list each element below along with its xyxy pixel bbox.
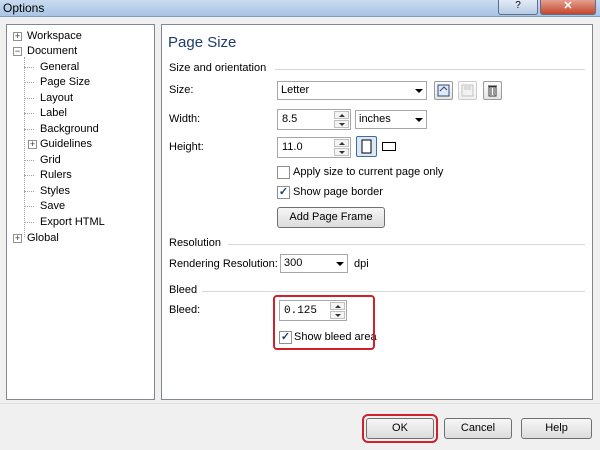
window-title: Options [3, 1, 45, 15]
show-page-border-checkbox[interactable]: ✓ [277, 186, 290, 199]
dialog-footer: OK Cancel Help [0, 403, 600, 450]
tree-item-label-settings[interactable]: Label [40, 106, 67, 121]
spin-up-icon[interactable] [334, 111, 349, 119]
close-icon[interactable]: ✕ [540, 0, 596, 15]
height-spin-buttons[interactable] [334, 139, 349, 156]
portrait-orientation-icon[interactable] [356, 136, 377, 157]
width-stepper[interactable]: 8.5 [277, 109, 351, 130]
save-icon[interactable] [458, 81, 477, 100]
section-size-orientation: Size and orientation [169, 62, 267, 74]
bleed-label: Bleed: [169, 304, 201, 316]
tree-item-export-html[interactable]: Export HTML [40, 215, 105, 230]
tree-item-rulers[interactable]: Rulers [40, 168, 72, 183]
width-label: Width: [169, 113, 201, 125]
size-label: Size: [169, 84, 194, 96]
width-value: 8.5 [282, 113, 298, 125]
options-tree: + Workspace − Document General Page Size… [6, 24, 155, 400]
tree-item-page-size[interactable]: Page Size [40, 75, 90, 90]
dpi-unit-label: dpi [354, 258, 369, 270]
rendering-resolution-dropdown[interactable]: 300 [280, 254, 348, 273]
spin-down-icon[interactable] [334, 120, 349, 128]
apply-current-page-checkbox[interactable] [277, 166, 290, 179]
section-bleed: Bleed [169, 284, 198, 296]
chevron-down-icon [336, 262, 344, 266]
help-button[interactable]: Help [521, 418, 592, 439]
ok-highlight-box [362, 414, 438, 443]
spin-up-icon[interactable] [334, 139, 349, 147]
expand-icon[interactable]: + [13, 32, 22, 41]
tree-item-background[interactable]: Background [40, 122, 99, 137]
tree-item-layout[interactable]: Layout [40, 91, 73, 106]
settings-panel: Page Size Size and orientation Size: Let… [161, 24, 593, 400]
section-divider [228, 244, 585, 245]
section-divider [275, 69, 585, 70]
show-page-border-label: Show page border [293, 186, 383, 198]
apply-current-page-label: Apply size to current page only [293, 166, 444, 178]
section-divider [202, 291, 585, 292]
collapse-icon[interactable]: − [13, 47, 22, 56]
chevron-down-icon [415, 89, 423, 93]
height-label: Height: [169, 141, 204, 153]
width-spin-buttons[interactable] [334, 111, 349, 128]
chevron-down-icon [415, 118, 423, 122]
tree-item-label: Document [27, 45, 78, 57]
tree-item-label: Workspace [27, 30, 82, 42]
save-preset-icon[interactable] [434, 81, 453, 100]
tree-item-save[interactable]: Save [40, 199, 65, 214]
tree-item-grid[interactable]: Grid [40, 153, 61, 168]
tree-item-label: Guidelines [40, 138, 92, 150]
rendering-resolution-label: Rendering Resolution: [169, 258, 278, 270]
units-value: inches [359, 113, 391, 125]
units-dropdown[interactable]: inches [355, 110, 427, 129]
spin-down-icon[interactable] [334, 148, 349, 156]
size-value: Letter [281, 84, 310, 96]
rendering-resolution-value: 300 [284, 257, 303, 269]
bleed-highlight-box [273, 295, 375, 350]
title-bar: Options ? ✕ [0, 0, 600, 17]
help-icon[interactable]: ? [498, 0, 538, 15]
tree-item-general[interactable]: General [40, 60, 79, 75]
landscape-orientation-icon[interactable] [382, 142, 396, 151]
height-value: 11.0 [282, 141, 303, 153]
expand-icon[interactable]: + [28, 140, 37, 149]
delete-icon[interactable] [483, 81, 502, 100]
section-resolution: Resolution [169, 237, 221, 249]
height-stepper[interactable]: 11.0 [277, 137, 351, 158]
page-title: Page Size [168, 34, 237, 51]
size-dropdown[interactable]: Letter [277, 81, 427, 100]
cancel-button[interactable]: Cancel [444, 418, 512, 439]
expand-icon[interactable]: + [13, 234, 22, 243]
tree-item-styles[interactable]: Styles [40, 184, 70, 199]
tree-item-label: Global [27, 232, 59, 244]
add-page-frame-button[interactable]: Add Page Frame [277, 207, 385, 228]
